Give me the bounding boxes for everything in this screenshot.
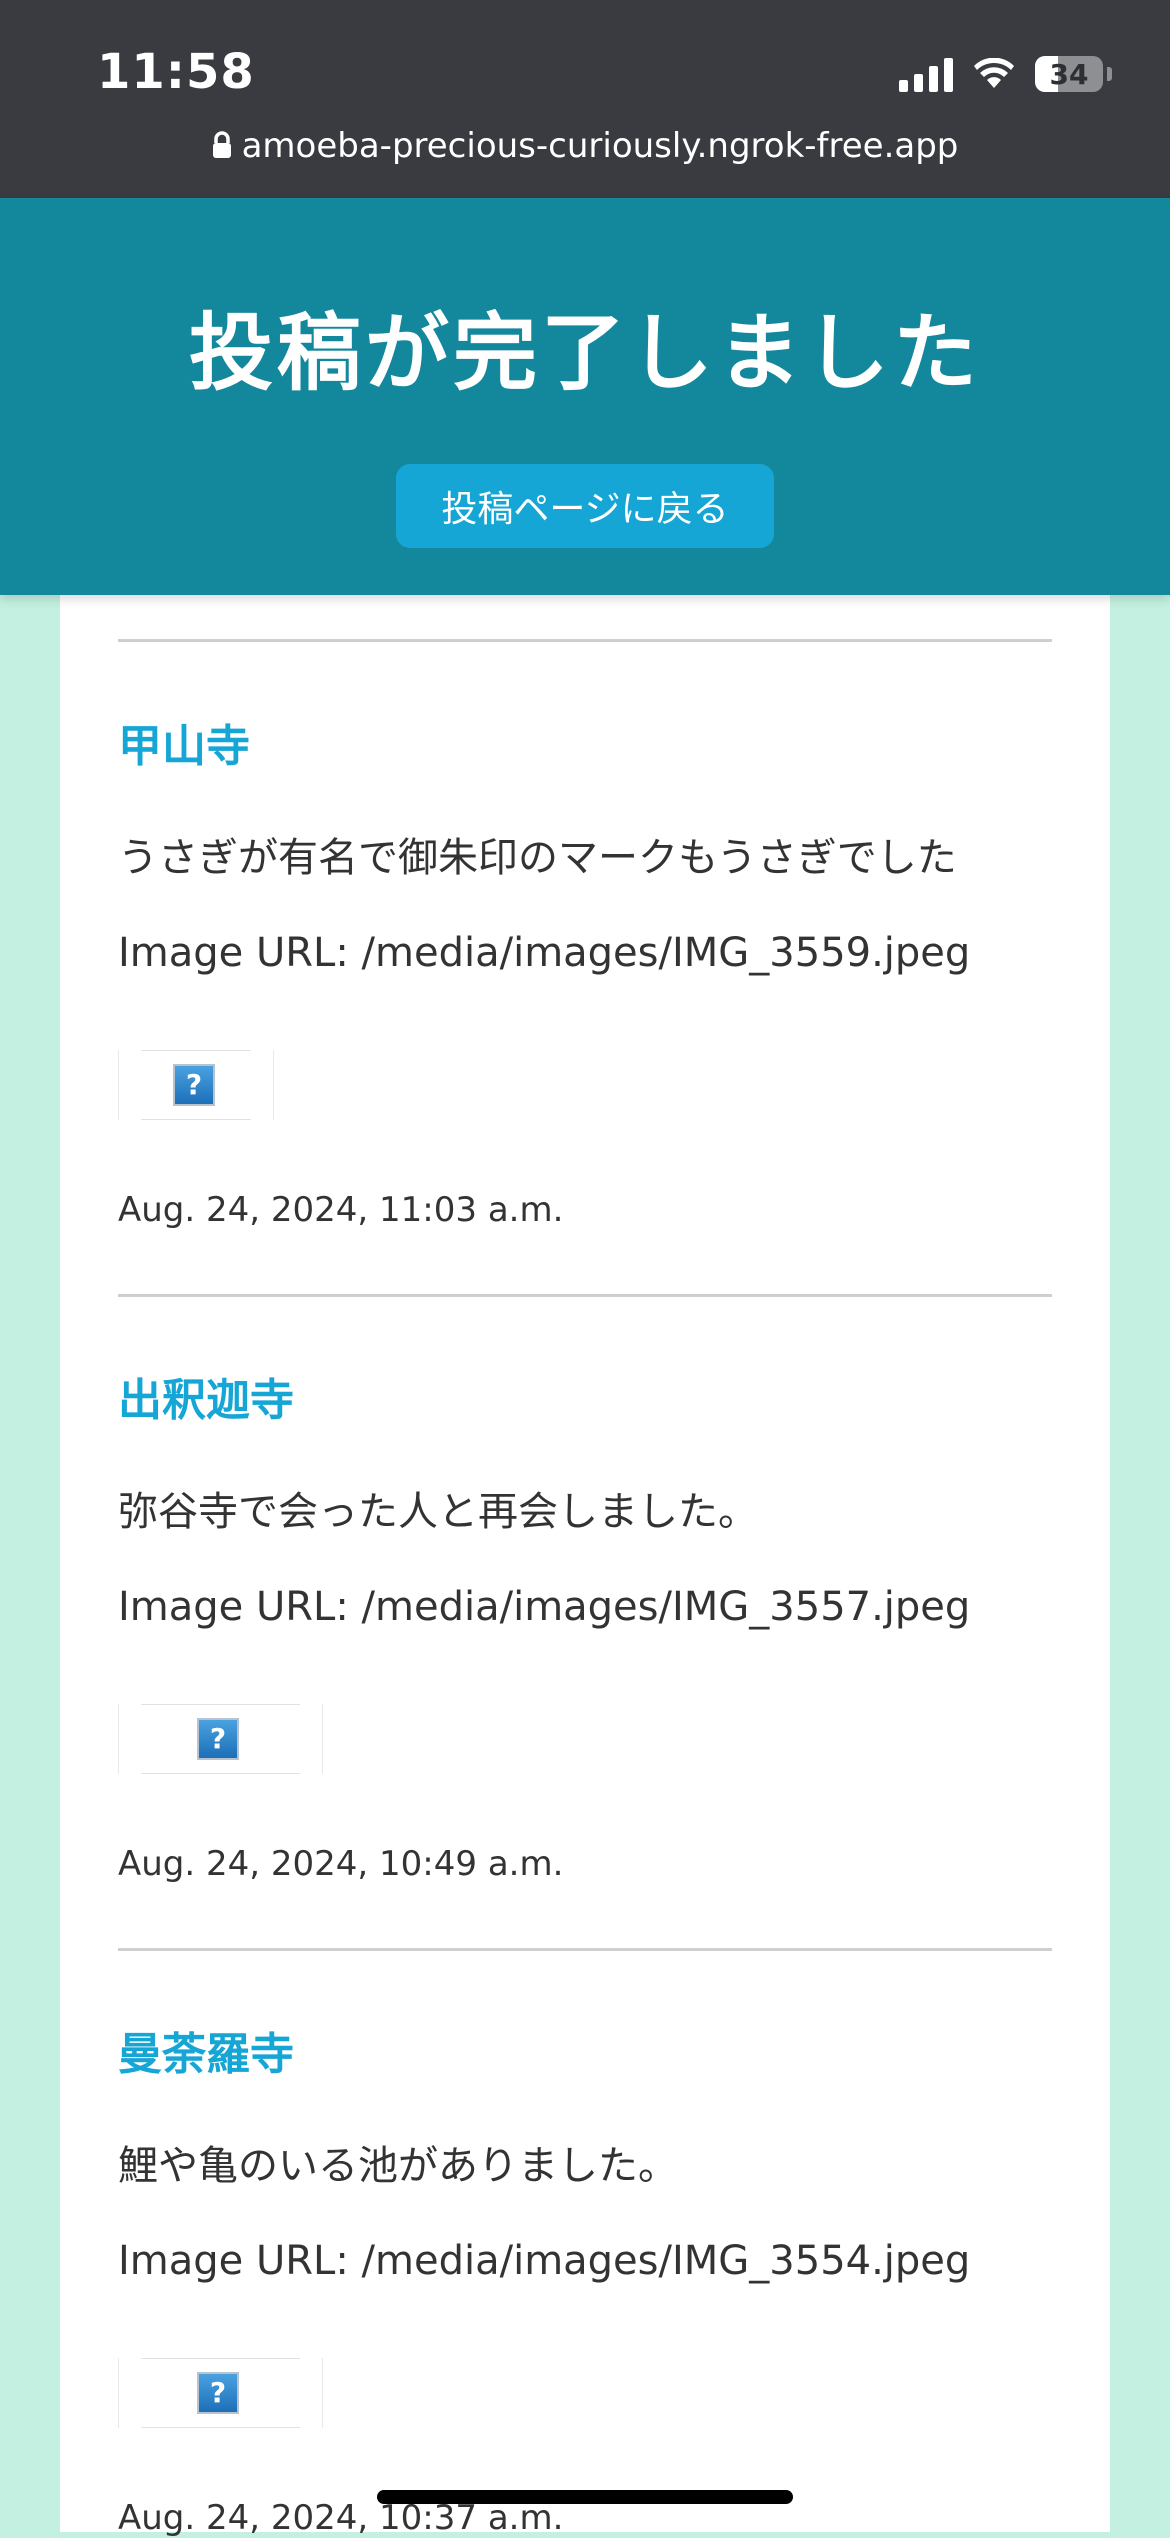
post-title[interactable]: 出釈迦寺 — [118, 1364, 294, 1428]
home-indicator[interactable] — [377, 2490, 793, 2504]
broken-image-icon: ? — [197, 1718, 239, 1760]
divider — [118, 1294, 1052, 1297]
post-body: 鯉や亀のいる池がありました。 — [118, 2143, 678, 2189]
page-header: 投稿が完了しました 投稿ページに戻る — [0, 198, 1170, 595]
posts-list: 甲山寺 うさぎが有名で御朱印のマークもうさぎでした Image URL: /me… — [60, 595, 1110, 2538]
lock-icon — [212, 131, 231, 158]
status-bar: 11:58 34 amoeba-precious-curiously.ngrok… — [0, 0, 1170, 198]
post-date: Aug. 24, 2024, 10:37 a.m. — [118, 2498, 564, 2538]
post-image-url: Image URL: /media/images/IMG_3559.jpeg — [118, 930, 971, 976]
post-image: ? — [118, 1050, 274, 1120]
post-date: Aug. 24, 2024, 11:03 a.m. — [118, 1190, 564, 1230]
page-title: 投稿が完了しました — [188, 304, 981, 402]
broken-image-icon: ? — [197, 2372, 239, 2414]
post-title[interactable]: 曼荼羅寺 — [118, 2018, 294, 2082]
cellular-signal-icon — [899, 56, 953, 92]
status-time: 11:58 — [97, 44, 255, 100]
divider — [118, 639, 1052, 642]
url-text: amoeba-precious-curiously.ngrok-free.app — [241, 126, 959, 166]
wifi-icon — [974, 58, 1014, 88]
battery-icon: 34 — [1035, 56, 1103, 92]
post-date: Aug. 24, 2024, 10:49 a.m. — [118, 1844, 564, 1884]
post-title[interactable]: 甲山寺 — [118, 710, 250, 774]
post-image: ? — [118, 1704, 323, 1774]
post-body: 弥谷寺で会った人と再会しました。 — [118, 1489, 758, 1535]
battery-level: 34 — [1049, 57, 1089, 91]
back-to-post-page-button[interactable]: 投稿ページに戻る — [396, 464, 774, 548]
system-icons: 34 — [899, 52, 1112, 96]
post-image-url: Image URL: /media/images/IMG_3557.jpeg — [118, 1584, 971, 1630]
post-body: うさぎが有名で御朱印のマークもうさぎでした — [118, 835, 957, 881]
post-image: ? — [118, 2358, 323, 2428]
address-bar[interactable]: amoeba-precious-curiously.ngrok-free.app — [0, 126, 1170, 166]
post-image-url: Image URL: /media/images/IMG_3554.jpeg — [118, 2238, 971, 2284]
battery-tip — [1107, 67, 1112, 81]
divider — [118, 1948, 1052, 1951]
broken-image-icon: ? — [173, 1064, 215, 1106]
